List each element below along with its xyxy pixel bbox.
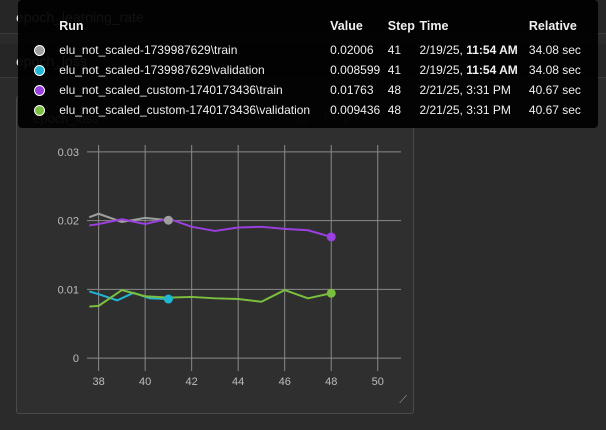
row-time: 2/21/25, 3:31 PM — [419, 103, 511, 117]
header-value: Value — [330, 19, 363, 33]
row-run: elu_not_scaled_custom-1740173436\validat… — [59, 103, 311, 117]
x-tick-label: 46 — [279, 376, 291, 388]
tooltip-table: Run Value Step Time Relative elu_not_sca… — [34, 16, 598, 120]
y-tick-label: 0.01 — [58, 284, 79, 296]
series-marker — [163, 294, 173, 304]
row-relative: 40.67 sec — [528, 83, 581, 97]
loss-chart[interactable]: 0 0.01 0.02 0.03 38 40 42 44 46 48 50 — [17, 97, 413, 413]
hover-tooltip: Run Value Step Time Relative elu_not_sca… — [18, 0, 598, 128]
row-time-date: 2/19/25, — [419, 43, 463, 57]
tooltip-header-row: Run Value Step Time Relative — [34, 16, 598, 40]
x-tick-label: 44 — [232, 376, 244, 388]
y-tick-label: 0 — [73, 353, 79, 365]
series-marker — [326, 232, 336, 242]
resize-handle-icon[interactable]: ⟋ — [399, 394, 407, 407]
tooltip-row: elu_not_scaled_custom-1740173436\validat… — [34, 100, 598, 120]
row-run: elu_not_scaled-1739987629\train — [59, 43, 238, 57]
row-time: 2/21/25, 3:31 PM — [419, 83, 511, 97]
row-time: 2/19/25, 11:54 AM — [420, 60, 529, 80]
series-marker — [326, 288, 336, 298]
row-time: 2/19/25, 11:54 AM — [420, 40, 529, 60]
row-value: 0.008599 — [330, 63, 381, 77]
row-step: 48 — [387, 103, 402, 117]
row-relative: 40.67 sec — [528, 103, 581, 117]
tooltip-row: elu_not_scaled-1739987629\validation 0.0… — [34, 60, 598, 80]
series-color-dot — [34, 45, 45, 57]
tooltip-row: elu_not_scaled_custom-1740173436\train 0… — [34, 80, 598, 100]
row-value: 0.009436 — [330, 103, 381, 117]
row-time-clock: 11:54 AM — [466, 63, 518, 77]
series-color-dot — [34, 65, 45, 77]
row-run: elu_not_scaled-1739987629\validation — [59, 63, 265, 77]
tooltip-row: elu_not_scaled-1739987629\train 0.02006 … — [34, 40, 598, 60]
series-color-dot — [34, 85, 45, 97]
series-line — [89, 289, 332, 308]
row-run: elu_not_scaled_custom-1740173436\train — [59, 83, 283, 97]
row-relative: 34.08 sec — [528, 43, 581, 57]
row-step: 41 — [387, 63, 402, 77]
header-time: Time — [419, 19, 449, 33]
y-tick-label: 0.02 — [58, 216, 79, 228]
x-tick-label: 42 — [186, 376, 198, 388]
row-step: 48 — [387, 83, 402, 97]
header-relative: Relative — [528, 19, 577, 33]
row-value: 0.02006 — [330, 43, 374, 57]
header-run: Run — [59, 19, 84, 33]
chart-card: epoch_loss ▢ ┆ ⤢ 00.010.020.033840424446… — [16, 96, 414, 414]
x-tick-label: 48 — [325, 376, 337, 388]
x-tick-label: 40 — [139, 376, 151, 388]
header-spacer — [34, 16, 59, 40]
row-value: 0.01763 — [330, 83, 374, 97]
header-step: Step — [387, 19, 415, 33]
row-time-date: 2/19/25, — [419, 63, 463, 77]
y-tick-label: 0.03 — [58, 147, 79, 159]
series-color-dot — [34, 105, 45, 117]
x-tick-label: 38 — [93, 376, 105, 388]
row-step: 41 — [387, 43, 402, 57]
x-tick-label: 50 — [372, 376, 384, 388]
row-time-clock: 11:54 AM — [466, 43, 518, 57]
series-marker — [163, 215, 173, 225]
row-relative: 34.08 sec — [528, 63, 581, 77]
